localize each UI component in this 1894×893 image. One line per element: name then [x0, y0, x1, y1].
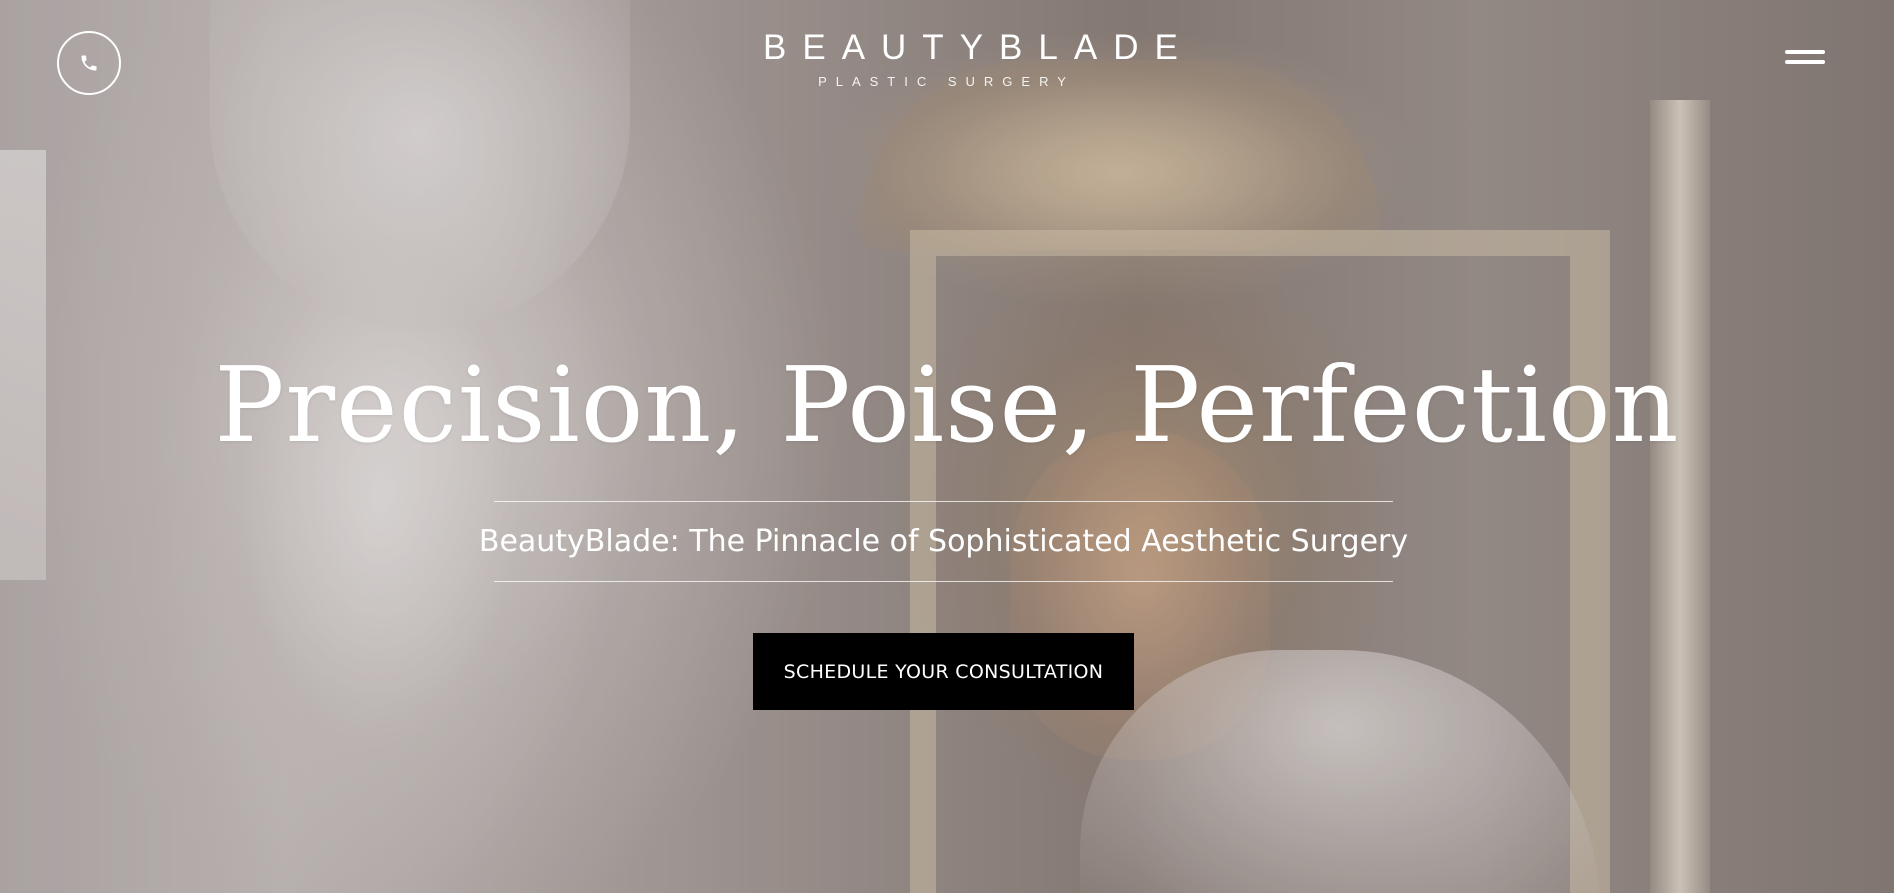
- logo-name: BEAUTYBLADE: [763, 28, 1194, 67]
- background-reflection-robe: [1080, 650, 1600, 893]
- background-mirror-post: [1650, 100, 1710, 893]
- menu-line: [1785, 50, 1825, 54]
- phone-button[interactable]: [57, 31, 121, 95]
- menu-line: [1785, 60, 1825, 64]
- hero-subtitle: BeautyBlade: The Pinnacle of Sophisticat…: [478, 524, 1409, 559]
- background-head: [210, 0, 630, 330]
- hero-headline: Precision, Poise, Perfection: [214, 344, 1680, 466]
- schedule-consultation-button[interactable]: SCHEDULE YOUR CONSULTATION: [753, 633, 1134, 710]
- hamburger-menu-icon[interactable]: [1785, 50, 1825, 72]
- phone-icon: [81, 55, 97, 71]
- hero-section: BEAUTYBLADE PLASTIC SURGERY Precision, P…: [0, 0, 1894, 893]
- hero-subtitle-box: BeautyBlade: The Pinnacle of Sophisticat…: [479, 501, 1408, 582]
- logo-tagline: PLASTIC SURGERY: [818, 74, 1075, 89]
- brand-logo[interactable]: BEAUTYBLADE PLASTIC SURGERY: [747, 28, 1194, 90]
- background-reflection-face: [1010, 430, 1270, 760]
